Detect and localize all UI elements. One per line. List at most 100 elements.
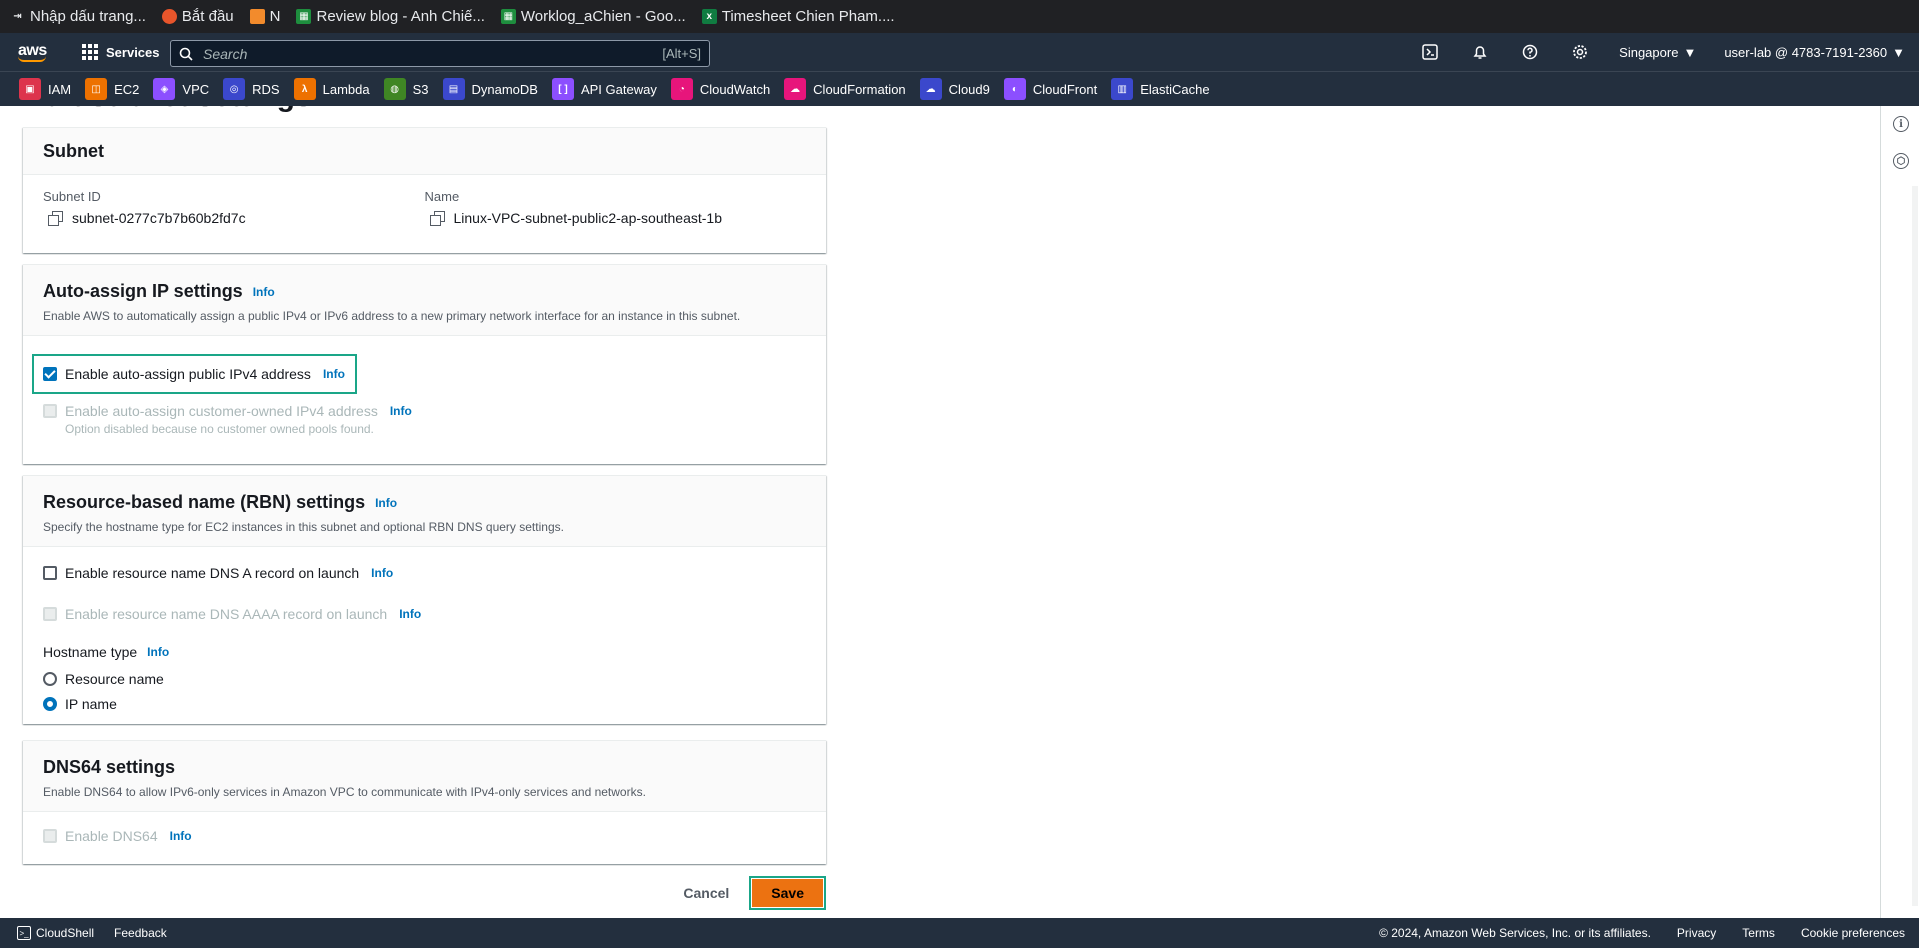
favorite-label: VPC <box>182 81 210 97</box>
info-link[interactable]: Info <box>147 645 169 659</box>
main-content: Edit subnet settings Subnet Subnet ID su… <box>0 106 1880 918</box>
help-icon <box>1522 44 1538 60</box>
bookmark-worklog[interactable]: ▦ Worklog_aChien - Goo... <box>500 8 686 25</box>
dns64-settings-panel: DNS64 settings Enable DNS64 to allow IPv… <box>23 740 826 864</box>
bookmark-n[interactable]: N <box>249 8 281 25</box>
info-link[interactable]: Info <box>371 566 393 580</box>
cancel-button[interactable]: Cancel <box>683 885 729 901</box>
rbn-title-row: Resource-based name (RBN) settings Info <box>43 492 806 513</box>
dns-a-record-checkbox[interactable] <box>43 566 57 580</box>
bookmark-label: N <box>269 8 281 25</box>
bookmark-getting-started[interactable]: Bắt đầu <box>161 8 234 25</box>
subnet-name-value: Linux-VPC-subnet-public2-ap-southeast-1b <box>453 210 722 226</box>
page-title: Edit subnet settings <box>25 106 312 114</box>
favorite-api-gateway[interactable]: [ ] API Gateway <box>551 78 657 100</box>
hostname-type-label: Hostname type <box>43 644 138 660</box>
favorite-rds[interactable]: ◎ RDS <box>223 78 280 100</box>
services-menu-button[interactable]: Services <box>82 44 160 60</box>
favorite-iam[interactable]: ▣ IAM <box>19 78 71 100</box>
auto-assign-ipv4-checkbox[interactable] <box>43 367 57 381</box>
aws-top-nav: aws Services [Alt+S] Singapore ▼ user-la… <box>0 33 1919 71</box>
form-actions: Cancel Save <box>0 876 826 910</box>
favorite-elasticache[interactable]: ▥ ElastiCache <box>1111 78 1210 100</box>
subnet-name-label: Name <box>424 189 460 204</box>
cloudshell-icon <box>1422 44 1438 60</box>
save-button[interactable]: Save <box>752 879 823 907</box>
footer-cookie-link[interactable]: Cookie preferences <box>1801 926 1905 940</box>
cloudwatch-icon: ◔ <box>670 78 693 100</box>
bookmark-review-blog[interactable]: ▦ Review blog - Anh Chiế... <box>296 8 485 25</box>
subnet-details: Subnet ID subnet-0277c7b7b60b2fd7c Name … <box>23 175 826 242</box>
import-icon: ⇥ <box>13 11 22 22</box>
cloud9-icon: ☁ <box>919 78 942 100</box>
footer-cloudshell-label: CloudShell <box>36 926 95 940</box>
cloudshell-button[interactable] <box>1405 44 1455 60</box>
auto-assign-ip-panel: Auto-assign IP settings Info Enable AWS … <box>23 264 826 464</box>
subnet-name-field: Name Linux-VPC-subnet-public2-ap-southea… <box>425 189 807 226</box>
search-bar: [Alt+S] <box>170 40 710 67</box>
bookmark-import[interactable]: ⇥ Nhập dấu trang... <box>10 8 146 25</box>
account-menu[interactable]: user-lab @ 4783-7191-2360 ▼ <box>1710 45 1919 60</box>
info-link[interactable]: Info <box>399 607 421 621</box>
bookmark-timesheet[interactable]: x Timesheet Chien Pham.... <box>701 8 895 25</box>
hostname-type-row: Hostname type Info <box>43 644 806 660</box>
dns64-label: Enable DNS64 <box>65 828 158 844</box>
info-link[interactable]: Info <box>390 404 412 418</box>
scrollbar[interactable] <box>1912 186 1918 906</box>
dns64-checkbox <box>43 829 57 843</box>
bell-icon <box>1473 46 1487 59</box>
resource-name-label: Resource name <box>65 671 164 687</box>
subnet-panel: Subnet Subnet ID subnet-0277c7b7b60b2fd7… <box>23 127 826 253</box>
subnet-panel-header: Subnet <box>23 128 826 175</box>
aws-logo[interactable]: aws <box>18 42 52 62</box>
vpc-icon: ◈ <box>153 78 176 100</box>
favorite-cloud9[interactable]: ☁ Cloud9 <box>919 78 990 100</box>
bookmark-label: Nhập dấu trang... <box>30 8 146 25</box>
cloudshell-icon: >_ <box>17 926 31 940</box>
resource-name-radio[interactable] <box>43 672 57 686</box>
favorite-lambda[interactable]: λ Lambda <box>293 78 370 100</box>
favorite-cloudwatch[interactable]: ◔ CloudWatch <box>670 78 770 100</box>
favorite-label: CloudFront <box>1032 81 1098 97</box>
footer-privacy-link[interactable]: Privacy <box>1677 926 1716 940</box>
rbn-title: Resource-based name (RBN) settings <box>43 492 366 512</box>
info-link[interactable]: Info <box>375 496 397 510</box>
favorite-cloudfront[interactable]: ◐ CloudFront <box>1003 78 1098 100</box>
favorite-s3[interactable]: ◍ S3 <box>383 78 429 100</box>
settings-button[interactable] <box>1555 44 1605 60</box>
info-link[interactable]: Info <box>323 367 345 381</box>
dns64-body: Enable DNS64 Info <box>23 812 826 860</box>
info-link[interactable]: Info <box>253 285 275 299</box>
favorite-cloudformation[interactable]: ☁ CloudFormation <box>784 78 906 100</box>
help-button[interactable] <box>1505 44 1555 60</box>
bookmark-label: Review blog - Anh Chiế... <box>316 8 485 25</box>
copy-icon[interactable] <box>429 211 445 226</box>
gear-icon <box>1573 45 1588 59</box>
favorite-vpc[interactable]: ◈ VPC <box>153 78 209 100</box>
search-input[interactable] <box>203 45 663 62</box>
dns-a-record-label: Enable resource name DNS A record on lau… <box>65 565 360 581</box>
footer-feedback-link[interactable]: Feedback <box>114 926 167 940</box>
favorite-dynamodb[interactable]: ▤ DynamoDB <box>442 78 538 100</box>
auto-assign-body: Enable auto-assign public IPv4 address I… <box>23 336 826 452</box>
dynamodb-icon: ▤ <box>442 78 465 100</box>
info-panel-icon[interactable]: i <box>1893 116 1909 132</box>
favorite-label: Lambda <box>322 81 370 97</box>
bookmark-label: Bắt đầu <box>181 8 234 25</box>
auto-assign-ipv4-label: Enable auto-assign public IPv4 address <box>65 366 311 382</box>
info-link[interactable]: Info <box>170 829 192 843</box>
notifications-button[interactable] <box>1455 44 1505 60</box>
copy-icon[interactable] <box>48 211 63 226</box>
hostname-option-ip-name[interactable]: IP name <box>43 696 806 712</box>
tutorial-icon[interactable]: ⬡ <box>1893 153 1909 169</box>
footer-cloudshell-button[interactable]: >_ CloudShell <box>17 926 94 940</box>
footer-terms-link[interactable]: Terms <box>1742 926 1775 940</box>
footer-left: >_ CloudShell Feedback <box>0 926 167 940</box>
ip-name-radio[interactable] <box>43 697 57 711</box>
region-selector[interactable]: Singapore ▼ <box>1605 45 1710 60</box>
favorite-ec2[interactable]: ◫ EC2 <box>85 78 139 100</box>
auto-assign-ipv4-option: Enable auto-assign public IPv4 address I… <box>32 354 357 394</box>
search-icon <box>179 47 193 61</box>
customer-owned-ipv4-checkbox <box>43 404 57 418</box>
hostname-option-resource-name[interactable]: Resource name <box>43 671 806 687</box>
